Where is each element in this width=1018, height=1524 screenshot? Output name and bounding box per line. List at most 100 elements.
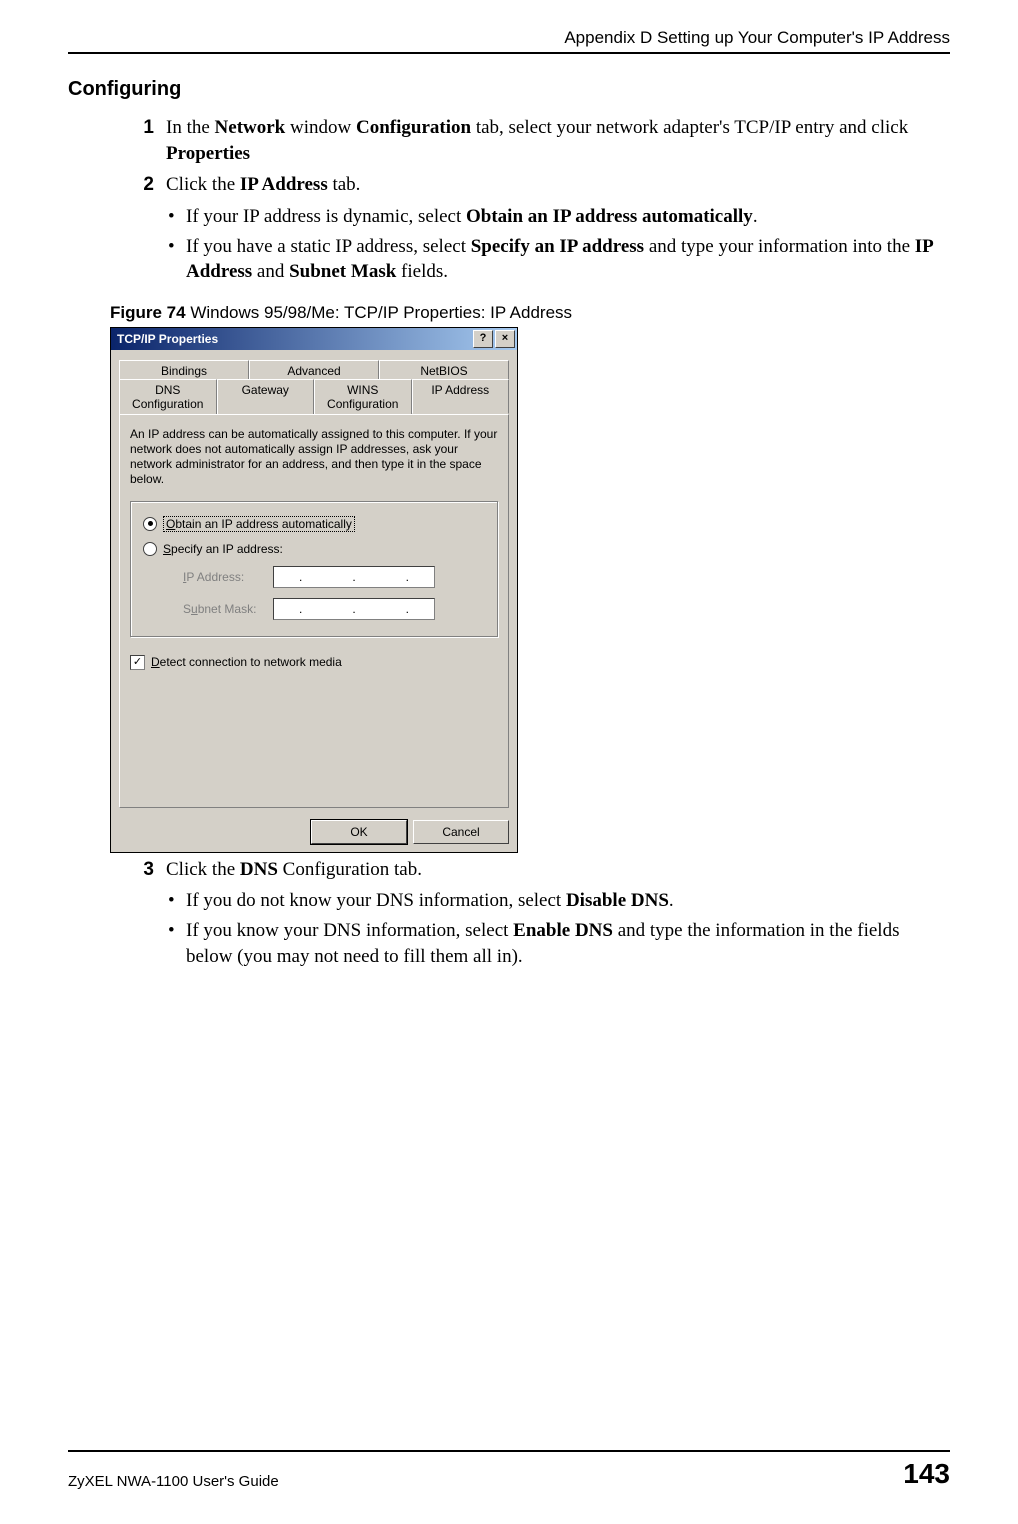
dot-sep: . bbox=[352, 602, 355, 616]
bullet-item: • If you do not know your DNS informatio… bbox=[168, 888, 950, 914]
text-bold: Enable DNS bbox=[513, 920, 613, 941]
page-footer: ZyXEL NWA-1100 User's Guide 143 bbox=[68, 1450, 950, 1490]
footer-guide-name: ZyXEL NWA-1100 User's Guide bbox=[68, 1473, 279, 1490]
text: O bbox=[166, 517, 175, 531]
text: etect connection to network media bbox=[160, 655, 342, 669]
tab-panel: An IP address can be automatically assig… bbox=[119, 414, 509, 808]
footer-page-number: 143 bbox=[903, 1458, 950, 1490]
header-rule bbox=[68, 52, 950, 54]
text: u bbox=[191, 602, 198, 616]
radio-label: Specify an IP address: bbox=[163, 542, 283, 556]
tab-gateway[interactable]: Gateway bbox=[217, 379, 315, 414]
ok-button[interactable]: OK bbox=[311, 820, 407, 844]
text-bold: Network bbox=[215, 117, 286, 138]
text: bnet Mask: bbox=[198, 602, 257, 616]
text-bold: Specify an IP address bbox=[471, 236, 644, 257]
dialog-title: TCP/IP Properties bbox=[117, 332, 471, 346]
step-2: 2 Click the IP Address tab. bbox=[128, 172, 950, 198]
ip-address-input[interactable]: ... bbox=[273, 566, 435, 588]
text: S bbox=[163, 542, 171, 556]
footer-rule bbox=[68, 1450, 950, 1452]
text: tab, select your network adapter's TCP/I… bbox=[471, 117, 908, 138]
bullet-body: If you do not know your DNS information,… bbox=[186, 888, 674, 914]
step-body: Click the DNS Configuration tab. bbox=[166, 857, 950, 883]
text: S bbox=[183, 602, 191, 616]
text: . bbox=[753, 206, 758, 227]
dot-sep: . bbox=[352, 570, 355, 584]
tab-bindings[interactable]: Bindings bbox=[119, 360, 249, 381]
text: D bbox=[151, 655, 160, 669]
text: Configuration tab. bbox=[278, 859, 422, 880]
subnet-mask-input[interactable]: ... bbox=[273, 598, 435, 620]
radio-icon bbox=[143, 517, 157, 531]
bullet-dot: • bbox=[168, 918, 186, 969]
figure-title: Windows 95/98/Me: TCP/IP Properties: IP … bbox=[190, 303, 572, 322]
subnet-mask-label: Subnet Mask: bbox=[183, 602, 273, 616]
bullet-body: If your IP address is dynamic, select Ob… bbox=[186, 204, 758, 230]
step-number: 3 bbox=[128, 857, 154, 883]
text: If you do not know your DNS information,… bbox=[186, 890, 566, 911]
close-button[interactable]: × bbox=[495, 330, 515, 348]
checkbox-label: Detect connection to network media bbox=[151, 655, 342, 669]
text: btain an IP address automatically bbox=[175, 517, 352, 531]
step-1: 1 In the Network window Configuration ta… bbox=[128, 115, 950, 166]
dot-sep: . bbox=[299, 570, 302, 584]
radio-label: Obtain an IP address automatically bbox=[163, 516, 355, 532]
text: Click the bbox=[166, 859, 240, 880]
text-bold: Disable DNS bbox=[566, 890, 669, 911]
bullet-item: • If you have a static IP address, selec… bbox=[168, 234, 950, 285]
bullet-dot: • bbox=[168, 204, 186, 230]
figure-label: Figure 74 bbox=[110, 303, 190, 322]
dot-sep: . bbox=[299, 602, 302, 616]
step-number: 1 bbox=[128, 115, 154, 166]
radio-specify-ip[interactable]: Specify an IP address: bbox=[143, 542, 485, 556]
ip-address-label: IP Address: bbox=[183, 570, 273, 584]
detect-connection-checkbox[interactable]: ✓ Detect connection to network media bbox=[130, 655, 498, 670]
text: If your IP address is dynamic, select bbox=[186, 206, 466, 227]
step-3: 3 Click the DNS Configuration tab. bbox=[128, 857, 950, 883]
text-bold: DNS bbox=[240, 859, 278, 880]
step-number: 2 bbox=[128, 172, 154, 198]
page-header: Appendix D Setting up Your Computer's IP… bbox=[68, 28, 950, 48]
text: pecify an IP address: bbox=[171, 542, 283, 556]
bullet-body: If you have a static IP address, select … bbox=[186, 234, 950, 285]
text: Click the bbox=[166, 174, 240, 195]
bullet-body: If you know your DNS information, select… bbox=[186, 918, 950, 969]
text-bold: Subnet Mask bbox=[289, 261, 396, 282]
tab-ip-address[interactable]: IP Address bbox=[412, 379, 510, 414]
subnet-mask-row: Subnet Mask: ... bbox=[183, 598, 485, 620]
tab-netbios[interactable]: NetBIOS bbox=[379, 360, 509, 381]
help-button[interactable]: ? bbox=[473, 330, 493, 348]
tab-dns-configuration[interactable]: DNS Configuration bbox=[119, 379, 217, 414]
radio-icon bbox=[143, 542, 157, 556]
bullet-item: • If your IP address is dynamic, select … bbox=[168, 204, 950, 230]
dot-sep: . bbox=[406, 570, 409, 584]
section-heading: Configuring bbox=[68, 78, 950, 101]
text: . bbox=[669, 890, 674, 911]
cancel-button[interactable]: Cancel bbox=[413, 820, 509, 844]
tab-wins-configuration[interactable]: WINS Configuration bbox=[314, 379, 412, 414]
text-bold: IP Address bbox=[240, 174, 328, 195]
text: If you have a static IP address, select bbox=[186, 236, 471, 257]
info-text: An IP address can be automatically assig… bbox=[130, 427, 498, 487]
text: window bbox=[285, 117, 356, 138]
radio-obtain-auto[interactable]: Obtain an IP address automatically bbox=[143, 516, 485, 532]
text: tab. bbox=[328, 174, 361, 195]
step-body: In the Network window Configuration tab,… bbox=[166, 115, 950, 166]
text-bold: Properties bbox=[166, 143, 250, 164]
figure-caption: Figure 74 Windows 95/98/Me: TCP/IP Prope… bbox=[110, 303, 950, 323]
bullet-item: • If you know your DNS information, sele… bbox=[168, 918, 950, 969]
text: P Address: bbox=[186, 570, 244, 584]
tcpip-properties-dialog: TCP/IP Properties ? × Bindings Advanced … bbox=[110, 327, 518, 853]
text: If you know your DNS information, select bbox=[186, 920, 513, 941]
dialog-titlebar[interactable]: TCP/IP Properties ? × bbox=[111, 328, 517, 350]
text: In the bbox=[166, 117, 215, 138]
ip-mode-groupbox: Obtain an IP address automatically Speci… bbox=[130, 501, 498, 637]
checkbox-icon: ✓ bbox=[130, 655, 145, 670]
text: fields. bbox=[396, 261, 448, 282]
tab-advanced[interactable]: Advanced bbox=[249, 360, 379, 381]
step-body: Click the IP Address tab. bbox=[166, 172, 950, 198]
text: and bbox=[252, 261, 289, 282]
text: and type your information into the bbox=[644, 236, 915, 257]
ip-address-row: IP Address: ... bbox=[183, 566, 485, 588]
